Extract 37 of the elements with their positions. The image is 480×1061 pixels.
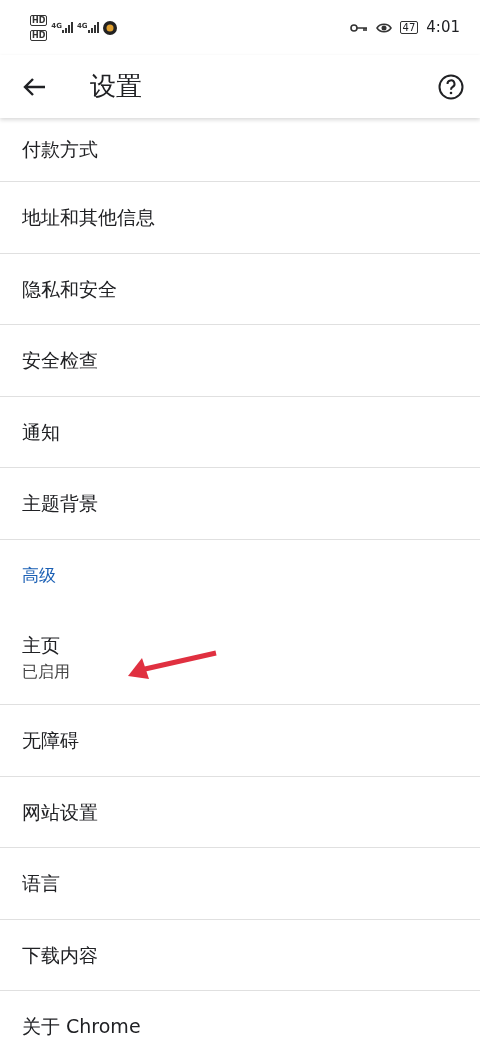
settings-item[interactable]: 语言 [0, 848, 480, 920]
item-title: 关于 Chrome [22, 1014, 141, 1039]
item-title: 安全检查 [22, 348, 98, 373]
settings-item[interactable]: 无障碍 [0, 705, 480, 777]
item-title: 通知 [22, 419, 60, 445]
toolbar-title: 设置 [90, 70, 143, 103]
settings-item[interactable]: 通知 [0, 396, 480, 468]
settings-item[interactable]: 隐私和安全 [0, 253, 480, 325]
item-title: 付款方式 [22, 137, 98, 163]
signal-icon [87, 22, 99, 33]
item-subtitle: 已启用 [22, 660, 70, 683]
settings-item[interactable]: 主题背景 [0, 468, 480, 540]
status-time: 4:01 [426, 17, 460, 39]
item-title: 隐私和安全 [22, 276, 117, 302]
section-header: 高级 [22, 563, 56, 587]
settings-item[interactable]: 安全检查 [0, 325, 480, 397]
eye-icon [375, 21, 392, 34]
sim-badge: HD [30, 29, 48, 41]
item-title: 语言 [22, 871, 60, 896]
settings-item[interactable]: 关于 Chrome [0, 991, 480, 1061]
item-title: 主页 [22, 633, 60, 659]
circle-icon [102, 20, 117, 35]
item-title: 无障碍 [22, 728, 79, 753]
item-title: 地址和其他信息 [22, 205, 155, 230]
settings-item[interactable]: 地址和其他信息 [0, 182, 480, 254]
sim-badge: HD [30, 14, 48, 26]
item-title: 主题背景 [22, 491, 98, 516]
item-title: 网站设置 [22, 799, 98, 825]
settings-item[interactable]: 主页 已启用 [0, 611, 480, 705]
battery-icon: 47 [399, 21, 419, 34]
settings-item[interactable]: 付款方式 [0, 118, 480, 182]
help-button[interactable] [438, 73, 464, 100]
key-icon [349, 22, 368, 33]
signal-icon [61, 22, 73, 33]
settings-item[interactable]: 下载内容 [0, 919, 480, 991]
item-title: 下载内容 [22, 942, 98, 968]
settings-item[interactable]: 网站设置 [0, 776, 480, 848]
